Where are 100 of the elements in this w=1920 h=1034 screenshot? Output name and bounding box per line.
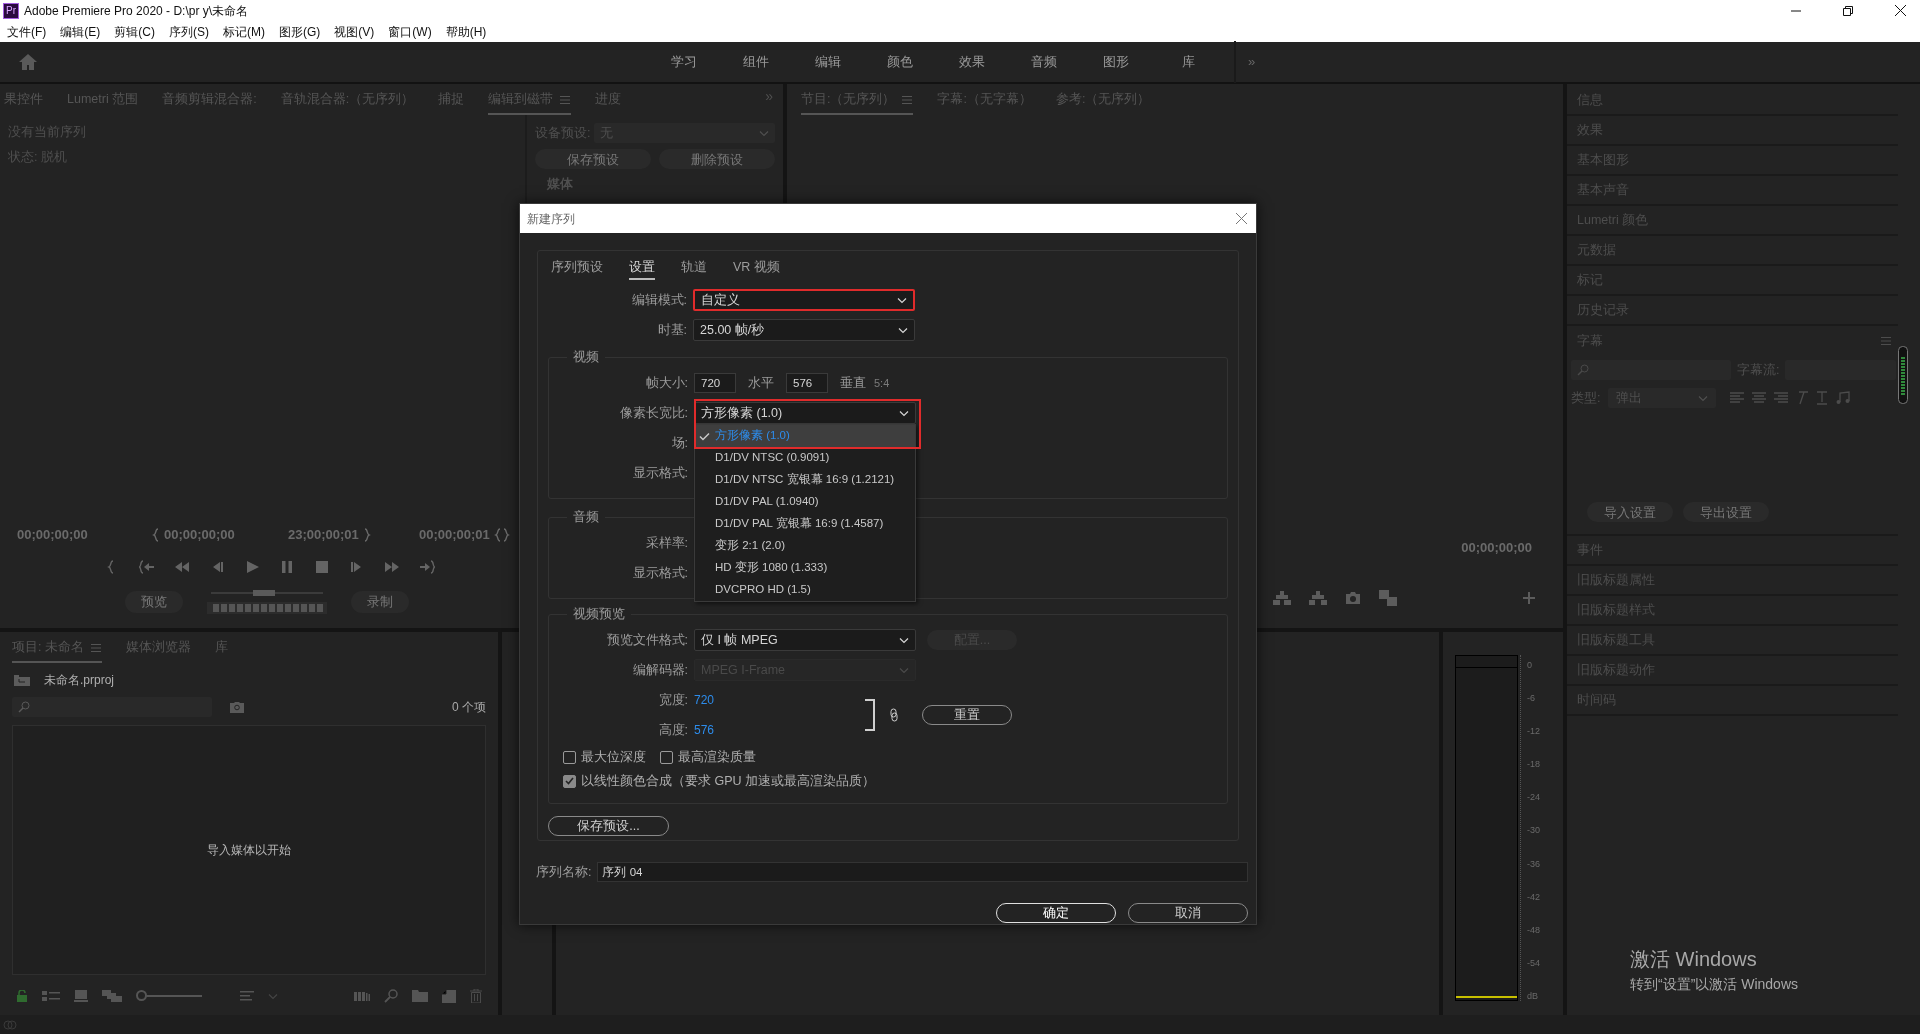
workspace-tab[interactable]: 组件 (720, 52, 792, 72)
preview-button[interactable]: 预览 (125, 591, 183, 613)
sort-icon[interactable] (240, 990, 254, 1002)
search-field[interactable] (1571, 360, 1731, 380)
workspace-tab[interactable]: 库 (1152, 52, 1224, 72)
lift-icon[interactable] (1273, 591, 1291, 605)
pause-icon[interactable] (279, 560, 295, 574)
menu-icon[interactable] (901, 93, 914, 106)
menu-item[interactable]: 编辑(E) (53, 22, 108, 41)
dropdown-option[interactable]: D1/DV NTSC 宽银幕 16:9 (1.2121) (695, 469, 915, 491)
workspace-tab[interactable]: 编辑 (792, 52, 864, 72)
menu-item[interactable]: 文件(F) (0, 22, 54, 41)
checkbox[interactable] (660, 750, 673, 764)
checkbox[interactable] (563, 750, 576, 764)
dropdown[interactable]: 自定义 (693, 289, 915, 311)
preset-button[interactable]: 保存预设 (535, 149, 651, 169)
workspace-tab[interactable]: 学习 (648, 52, 720, 72)
stop-icon[interactable] (314, 560, 330, 574)
chain-link-icon[interactable] (890, 708, 898, 722)
zoom-slider[interactable] (136, 990, 202, 1002)
folder-icon[interactable] (412, 990, 428, 1002)
close-icon[interactable] (1895, 5, 1906, 16)
chevron-down-icon[interactable] (268, 992, 278, 1000)
automate-icon[interactable] (354, 991, 370, 1001)
meter-scale-label: 0 (1527, 660, 1533, 670)
menu-item[interactable]: 图形(G) (272, 22, 328, 41)
activation-title: 激活 Windows (1630, 947, 1758, 972)
sequence-name-field[interactable]: 序列 04 (597, 862, 1248, 882)
menu-item[interactable]: 剪辑(C) (107, 22, 162, 41)
record-button[interactable]: 录制 (351, 591, 409, 613)
dialog-tab[interactable]: 设置 (629, 255, 655, 281)
list-view-icon[interactable] (42, 990, 60, 1002)
align-center-icon[interactable] (1752, 392, 1767, 404)
freeform-view-icon[interactable] (102, 990, 122, 1002)
search-icon[interactable] (384, 989, 398, 1003)
go-to-out-icon[interactable] (419, 560, 435, 574)
menu-item[interactable]: 窗口(W) (381, 22, 439, 41)
field-label: 预览文件格式: (605, 631, 688, 649)
camera-icon[interactable] (1345, 591, 1361, 605)
jog-shuttle-drawing[interactable] (205, 588, 329, 616)
menu-icon[interactable] (1880, 335, 1892, 347)
dropdown[interactable]: 25.00 帧/秒 (693, 319, 915, 341)
preset-button[interactable]: 删除预设 (659, 149, 775, 169)
dropdown-option[interactable]: D1/DV PAL 宽银幕 16:9 (1.4587) (695, 513, 915, 535)
menu-icon[interactable] (89, 641, 102, 654)
align-left-icon[interactable] (1730, 392, 1745, 404)
music-note-icon[interactable] (1836, 391, 1851, 405)
checkbox-label: 以线性颜色合成（要求 GPU 加速或最高渲染品质） (581, 772, 876, 790)
overlay-icon[interactable] (1379, 590, 1397, 606)
icon-view-icon[interactable] (74, 990, 88, 1002)
dropdown-option[interactable]: HD 变形 1080 (1.333) (695, 557, 915, 579)
workspace-tab[interactable]: 颜色 (864, 52, 936, 72)
workspace-tab[interactable]: 音频 (1008, 52, 1080, 72)
fast-forward-icon[interactable] (384, 560, 400, 574)
menu-item[interactable]: 标记(M) (216, 22, 272, 41)
overflow-button[interactable]: » (755, 86, 783, 115)
rewind-icon[interactable] (174, 560, 190, 574)
caption-settings-button[interactable]: 导入设置 (1587, 502, 1673, 522)
home-icon[interactable] (18, 53, 38, 71)
unit-label: 垂直 (840, 374, 866, 392)
folder-up-icon[interactable] (14, 674, 30, 686)
checkbox[interactable] (563, 774, 576, 788)
menu-item[interactable]: 视图(V) (327, 22, 382, 41)
menu-item[interactable]: 序列(S) (162, 22, 216, 41)
caption-settings-button[interactable]: 导出设置 (1683, 502, 1769, 522)
dropdown[interactable]: 方形像素 (1.0) (694, 402, 916, 424)
extract-icon[interactable] (1309, 591, 1327, 605)
lock-icon[interactable] (16, 990, 28, 1002)
overflow-button[interactable]: » (1248, 52, 1256, 72)
dropdown-option[interactable]: D1/DV PAL (1.0940) (695, 491, 915, 513)
mark-in-icon (152, 528, 160, 542)
dialog-tab[interactable]: 轨道 (681, 255, 707, 281)
go-to-in-icon[interactable] (139, 560, 155, 574)
dialog-tab[interactable]: 序列预设 (551, 255, 603, 281)
underline-type-icon[interactable] (1816, 391, 1829, 405)
new-item-icon[interactable] (442, 989, 456, 1003)
dropdown-option[interactable]: 变形 2:1 (2.0) (695, 535, 915, 557)
level-meter-icon (1898, 346, 1908, 404)
checkbox-label: 最高渲染质量 (678, 748, 756, 766)
slider-thumb[interactable] (136, 990, 147, 1001)
workspace-tab[interactable]: 效果 (936, 52, 1008, 72)
workspace-tab[interactable]: 图形 (1080, 52, 1152, 72)
dropdown-option[interactable]: D1/DV NTSC (0.9091) (695, 447, 915, 469)
play-icon[interactable] (244, 560, 260, 574)
add-icon[interactable] (1523, 592, 1535, 604)
dropdown-option[interactable]: 方形像素 (1.0) (695, 425, 915, 447)
timecode: 00;00;00;00 (164, 526, 235, 545)
align-right-icon[interactable] (1774, 392, 1789, 404)
search-field[interactable] (12, 697, 212, 717)
menu-icon[interactable] (559, 93, 572, 106)
number-field[interactable]: 720 (694, 373, 736, 393)
dropdown[interactable]: 仅 I 帧 MPEG (694, 629, 916, 651)
restore-icon[interactable] (1843, 5, 1853, 16)
italic-type-icon[interactable] (1796, 391, 1809, 405)
dropdown-option[interactable]: DVCPRO HD (1.5) (695, 579, 915, 601)
dialog-tab[interactable]: VR 视频 (733, 255, 780, 281)
number-field[interactable]: 576 (786, 373, 828, 393)
trash-icon[interactable] (470, 989, 482, 1003)
menu-item[interactable]: 帮助(H) (438, 22, 494, 41)
chevron-down-icon (759, 129, 769, 137)
